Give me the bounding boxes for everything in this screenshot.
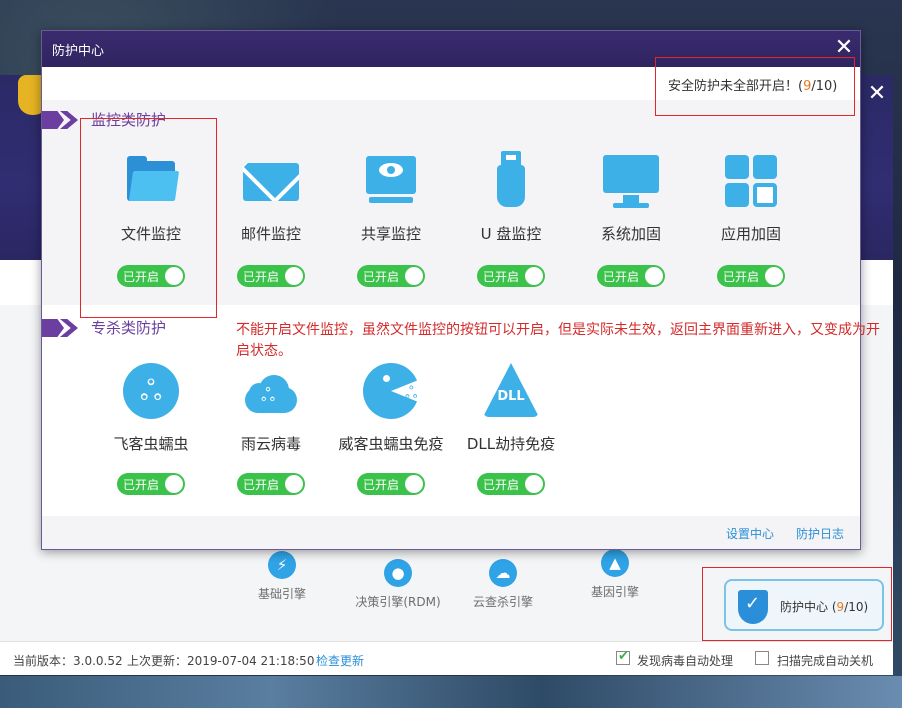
annotation-note: 不能开启文件监控，虽然文件监控的按钮可以开启，但是实际未生效，返回主界面重新进入… [236, 322, 880, 359]
item-label: 雨云病毒 [240, 435, 301, 453]
dialog-title: 防护中心 [52, 44, 105, 59]
toggle-usb-monitor[interactable]: 已开启 [477, 265, 545, 287]
cloud-icon: ☁ [489, 559, 517, 587]
engine-gene[interactable]: ▲ 基因引擎 [555, 549, 675, 600]
toggle-label: 已开启 [723, 270, 760, 284]
item-app-harden: 应用加固 [691, 151, 811, 244]
toggle-wicked-worm[interactable]: 已开启 [357, 473, 425, 495]
auto-process-label: 发现病毒自动处理 [637, 654, 734, 668]
item-share-monitor: 共享监控 [331, 151, 451, 244]
engine-label: 云查杀引擎 [472, 595, 533, 609]
engine-basic[interactable]: ⚡ 基础引擎 [222, 551, 342, 602]
toggle-conficker[interactable]: 已开启 [117, 473, 185, 495]
toggle-label: 已开启 [123, 478, 160, 492]
item-label: 应用加固 [720, 225, 781, 243]
toggle-share-monitor[interactable]: 已开启 [357, 265, 425, 287]
gene-icon: ▲ [601, 549, 629, 577]
protection-log-link[interactable]: 防护日志 [796, 525, 844, 542]
engine-cloud[interactable]: ☁ 云查杀引擎 [443, 559, 563, 610]
item-mail-monitor: 邮件监控 [211, 151, 331, 244]
annotation-box-protect-button [702, 567, 892, 641]
toggle-dll-hijack[interactable]: 已开启 [477, 473, 545, 495]
toggle-mail-monitor[interactable]: 已开启 [237, 265, 305, 287]
toggle-knob [525, 475, 543, 493]
item-label: 邮件监控 [240, 225, 301, 243]
toggle-rain-cloud[interactable]: 已开启 [237, 473, 305, 495]
item-wicked-worm: ஃ 威客虫蠕虫免疫 [331, 361, 451, 454]
engine-label: 决策引擎(RDM) [355, 595, 441, 609]
item-conficker: ஃ 飞客虫蠕虫 [91, 361, 211, 454]
auto-shutdown-label: 扫描完成自动关机 [777, 654, 874, 668]
settings-center-link[interactable]: 设置中心 [726, 525, 774, 542]
user-icon: ● [384, 559, 412, 587]
toggle-label: 已开启 [483, 478, 520, 492]
engine-label: 基因引擎 [590, 585, 639, 599]
toggle-label: 已开启 [363, 270, 400, 284]
main-footer: 当前版本：3.0.0.52 上次更新：2019-07-04 21:18:50 检… [0, 641, 893, 675]
app-tiles-icon [721, 151, 781, 211]
toggle-knob [405, 267, 423, 285]
toggle-knob [525, 267, 543, 285]
chevron-icon [42, 319, 64, 337]
dialog-footer: 设置中心 防护日志 [42, 516, 860, 549]
toggle-knob [645, 267, 663, 285]
item-usb-monitor: U 盘监控 [451, 151, 571, 244]
version-text: 当前版本：3.0.0.52 [13, 654, 123, 668]
item-label: DLL劫持免疫 [466, 435, 556, 453]
item-label: 威客虫蠕虫免疫 [338, 435, 444, 453]
worm-icon: ஃ [121, 361, 181, 421]
toggle-system-harden[interactable]: 已开启 [597, 265, 665, 287]
share-monitor-icon [361, 151, 421, 211]
item-label: U 盘监控 [480, 225, 542, 243]
section-kill-title: 专杀类防护 [91, 319, 167, 337]
dll-icon: DLL [481, 361, 541, 421]
toggle-app-harden[interactable]: 已开启 [717, 265, 785, 287]
item-system-harden: 系统加固 [571, 151, 691, 244]
earth-background [0, 676, 902, 708]
toggle-label: 已开启 [363, 478, 400, 492]
toggle-label: 已开启 [483, 270, 520, 284]
main-close-icon[interactable]: ✕ [866, 83, 888, 105]
annotation-box-file-monitor [80, 118, 217, 318]
lightning-icon: ⚡ [268, 551, 296, 579]
item-dll-hijack: DLL DLL劫持免疫 [451, 361, 571, 454]
annotation-box-status [655, 57, 855, 116]
engine-label: 基础引擎 [257, 587, 306, 601]
pacman-icon: ஃ [361, 361, 421, 421]
toggle-knob [285, 267, 303, 285]
toggle-knob [405, 475, 423, 493]
toggle-label: 已开启 [243, 270, 280, 284]
check-update-link[interactable]: 检查更新 [316, 652, 364, 669]
cloud-virus-icon: ஃ [241, 361, 301, 421]
auto-shutdown-checkbox[interactable] [755, 651, 769, 665]
toggle-label: 已开启 [243, 478, 280, 492]
mail-icon [241, 151, 301, 211]
item-rain-cloud: ஃ 雨云病毒 [211, 361, 331, 454]
last-update-text: 上次更新：2019-07-04 21:18:50 [127, 654, 315, 668]
toggle-knob [765, 267, 783, 285]
monitor-icon [601, 151, 661, 211]
item-label: 飞客虫蠕虫 [113, 435, 189, 453]
usb-icon [481, 151, 541, 211]
toggle-knob [165, 475, 183, 493]
engine-rdm[interactable]: ● 决策引擎(RDM) [338, 559, 458, 610]
auto-process-checkbox[interactable] [616, 649, 630, 665]
item-label: 共享监控 [360, 225, 421, 243]
item-label: 系统加固 [600, 225, 661, 243]
toggle-knob [285, 475, 303, 493]
toggle-label: 已开启 [603, 270, 640, 284]
